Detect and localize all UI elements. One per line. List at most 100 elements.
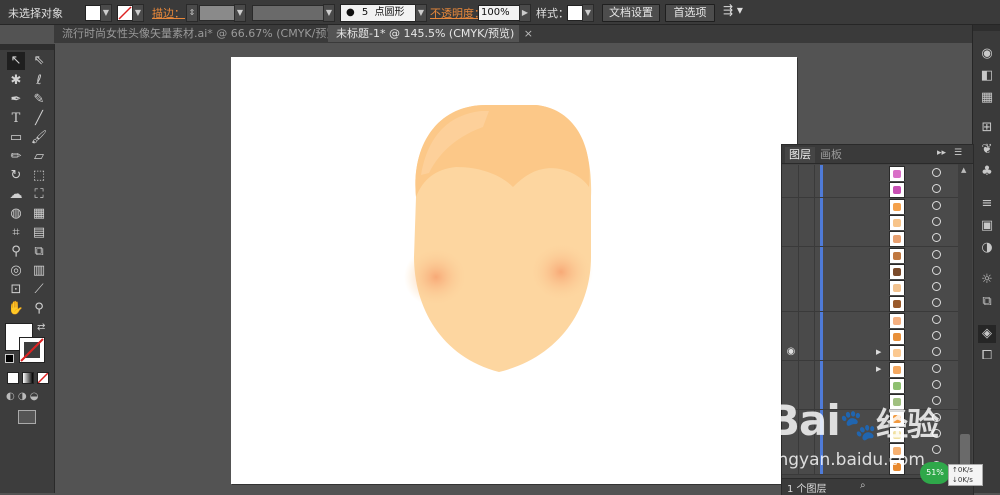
- perspective-grid-tool-icon[interactable]: ▦: [30, 205, 48, 223]
- type-tool-icon[interactable]: T: [7, 110, 25, 128]
- target-circle-icon[interactable]: [932, 298, 941, 308]
- tab-untitled-1[interactable]: 未标题-1* @ 145.5% (CMYK/预览) ×: [328, 25, 533, 42]
- lock-toggle[interactable]: [800, 376, 815, 393]
- hand-tool-icon[interactable]: ✋: [7, 300, 25, 318]
- target-circle-icon[interactable]: [932, 445, 941, 455]
- visibility-toggle-icon[interactable]: [784, 213, 799, 230]
- artboards-panel-icon[interactable]: ⧠: [978, 347, 996, 365]
- magic-wand-tool-icon[interactable]: ✱: [7, 72, 25, 90]
- lock-toggle[interactable]: [800, 230, 815, 247]
- target-circle-icon[interactable]: [932, 184, 941, 194]
- mesh-tool-icon[interactable]: ⌗: [7, 224, 25, 242]
- layers-scrollbar[interactable]: ▲: [958, 164, 972, 476]
- visibility-toggle-icon[interactable]: [784, 230, 799, 247]
- zoom-tool-icon[interactable]: ⚲: [30, 300, 48, 318]
- brush-definition[interactable]: ● 5 点圆形: [340, 4, 416, 22]
- visibility-toggle-icon[interactable]: [784, 165, 799, 181]
- gradient-mode-icon[interactable]: [22, 372, 34, 384]
- graphic-styles-icon[interactable]: ⧉: [978, 293, 996, 311]
- target-circle-icon[interactable]: [932, 331, 941, 340]
- layer-row[interactable]: [782, 165, 958, 182]
- free-transform-tool-icon[interactable]: ⛶: [30, 186, 48, 204]
- stroke-weight-stepper[interactable]: ⇕: [186, 4, 198, 22]
- curvature-tool-icon[interactable]: ✎: [30, 91, 48, 109]
- target-circle-icon[interactable]: [932, 282, 941, 292]
- opacity-label[interactable]: 不透明度：: [430, 5, 485, 21]
- lock-toggle[interactable]: [800, 279, 815, 296]
- layer-row[interactable]: ▶: [782, 360, 958, 378]
- target-circle-icon[interactable]: [932, 347, 941, 357]
- column-graph-tool-icon[interactable]: ▥: [30, 262, 48, 280]
- pencil-tool-icon[interactable]: ✏: [7, 148, 25, 166]
- layer-row[interactable]: [782, 279, 958, 297]
- locate-object-icon[interactable]: ⌕: [860, 480, 866, 491]
- layer-row[interactable]: [782, 262, 958, 280]
- screen-mode-icon[interactable]: [18, 410, 36, 424]
- target-circle-icon[interactable]: [932, 379, 941, 389]
- stroke-panel-icon[interactable]: ≡: [978, 195, 996, 213]
- layer-row[interactable]: [782, 230, 958, 248]
- visibility-toggle-icon[interactable]: [784, 197, 799, 214]
- target-circle-icon[interactable]: [932, 249, 941, 259]
- target-circle-icon[interactable]: [932, 363, 941, 373]
- selection-tool-icon[interactable]: ↖: [7, 52, 25, 70]
- target-circle-icon[interactable]: [932, 216, 941, 226]
- transparency-panel-icon[interactable]: ◑: [978, 239, 996, 257]
- lock-toggle[interactable]: [800, 295, 815, 312]
- color-panel-icon[interactable]: ◉: [978, 45, 996, 63]
- visibility-toggle-icon[interactable]: [784, 181, 799, 198]
- lock-toggle[interactable]: [800, 197, 815, 214]
- target-circle-icon[interactable]: [932, 314, 941, 324]
- layer-row[interactable]: [782, 328, 958, 345]
- brush-dropdown[interactable]: ▼: [415, 4, 427, 22]
- visibility-toggle-icon[interactable]: ◉: [784, 344, 799, 361]
- color-guide-icon[interactable]: ◧: [978, 67, 996, 85]
- visibility-toggle-icon[interactable]: [784, 279, 799, 296]
- lock-toggle[interactable]: [800, 328, 815, 344]
- slice-tool-icon[interactable]: ⟋: [30, 281, 48, 299]
- swap-colors-icon[interactable]: ⇄: [37, 322, 45, 333]
- scroll-up-icon[interactable]: ▲: [961, 166, 966, 174]
- scale-tool-icon[interactable]: ⬚: [30, 167, 48, 185]
- visibility-toggle-icon[interactable]: [784, 376, 799, 393]
- tab-fashion-portrait[interactable]: 流行时尚女性头像矢量素材.ai* @ 66.67% (CMYK/预览) ×: [54, 25, 360, 42]
- visibility-toggle-icon[interactable]: [784, 360, 799, 377]
- warp-tool-icon[interactable]: ☁: [7, 186, 25, 204]
- variable-width-field[interactable]: [252, 5, 324, 21]
- tab-artboards[interactable]: 画板: [816, 147, 846, 163]
- opacity-dropdown[interactable]: ▶: [519, 4, 531, 22]
- network-speed-badge[interactable]: 51%: [920, 462, 950, 484]
- opacity-field[interactable]: 100%: [478, 5, 520, 21]
- tab-layers[interactable]: 图层: [785, 147, 815, 163]
- lock-toggle[interactable]: [800, 262, 815, 279]
- dock-grip[interactable]: [973, 25, 1000, 31]
- lock-toggle[interactable]: [800, 360, 815, 377]
- layer-row[interactable]: [782, 246, 958, 264]
- eyedropper-tool-icon[interactable]: ⚲: [7, 243, 25, 261]
- blend-tool-icon[interactable]: ⧉: [30, 243, 48, 261]
- stroke-weight-field[interactable]: [199, 5, 235, 21]
- layer-row[interactable]: [782, 295, 958, 313]
- swatches-panel-icon[interactable]: ▦: [978, 89, 996, 107]
- variable-width-dropdown[interactable]: ▼: [323, 4, 335, 22]
- layer-row[interactable]: [782, 311, 958, 329]
- direct-selection-tool-icon[interactable]: ⇖: [30, 52, 48, 70]
- lock-toggle[interactable]: [800, 165, 815, 181]
- visibility-toggle-icon[interactable]: [784, 295, 799, 312]
- layers-panel-icon[interactable]: ◈: [978, 325, 996, 343]
- stroke-color-box[interactable]: [19, 337, 45, 363]
- document-setup-button[interactable]: 文档设置: [602, 4, 660, 22]
- stroke-label[interactable]: 描边：: [152, 5, 185, 21]
- artboard[interactable]: [231, 57, 797, 484]
- lock-toggle[interactable]: [800, 246, 815, 263]
- appearance-panel-icon[interactable]: ☼: [978, 271, 996, 289]
- symbols-panel-icon[interactable]: ♣: [978, 163, 996, 181]
- toolbar-grip[interactable]: [0, 44, 54, 50]
- brushes-panel-icon[interactable]: ⊞: [978, 119, 996, 137]
- visibility-toggle-icon[interactable]: [784, 311, 799, 328]
- fill-dropdown[interactable]: ▼: [100, 4, 112, 22]
- default-colors-icon[interactable]: [5, 354, 14, 363]
- stroke-dropdown[interactable]: ▼: [132, 4, 144, 22]
- target-circle-icon[interactable]: [932, 168, 941, 177]
- visibility-toggle-icon[interactable]: [784, 246, 799, 263]
